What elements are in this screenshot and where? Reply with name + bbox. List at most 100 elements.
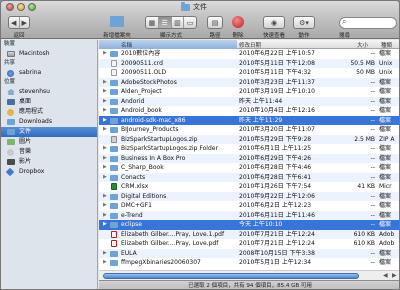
dropbox-icon [5, 167, 15, 177]
sidebar-item-sabrina[interactable]: sabrina [1, 68, 97, 78]
file-row[interactable]: 20090511.crd 2010年5月11日 下午12:08 50.5 MB Uni… [99, 58, 399, 68]
file-name: Andorid [121, 97, 145, 105]
disclosure-triangle-icon[interactable]: ▶ [103, 116, 107, 126]
disclosure-triangle-icon[interactable]: ▶ [103, 211, 107, 221]
file-kind: 檔案 [379, 97, 392, 105]
folder-icon [110, 212, 118, 219]
disclosure-triangle-icon[interactable]: ▶ [103, 258, 107, 268]
file-row[interactable]: ▶ e-Trend 2010年6月11日 上午11:46 -- 檔案 [99, 210, 399, 221]
file-date: 2008年10月15日 下午3:38 [239, 249, 315, 257]
disclosure-triangle-icon[interactable]: ▶ [103, 173, 107, 183]
path-button[interactable]: ▤ 路徑 [205, 13, 225, 39]
sidebar-item-documents[interactable]: 文件 [1, 127, 97, 137]
file-date: 2010年3月19日 上午10:10 [239, 88, 315, 95]
file-kind: 檔案 [379, 154, 392, 162]
sidebar-item-downloads[interactable]: Downloads [1, 117, 97, 127]
file-size: -- [370, 78, 375, 86]
sidebar-item-movies[interactable]: 影片 [1, 157, 97, 167]
column-kind-header[interactable]: 種類 [381, 41, 392, 49]
disclosure-triangle-icon[interactable]: ▶ [103, 78, 107, 88]
folder-icon [110, 165, 118, 171]
file-size: 610 KB [353, 230, 375, 238]
view-mode-control[interactable]: ▦ ☰ ▥ ▭ 顯示方式 [143, 13, 199, 39]
file-name: Business In A Box Pro [121, 154, 186, 162]
folder-icon [110, 222, 118, 228]
file-row[interactable]: ▶ Alden_Project 2010年3月19日 上午10:10 -- 檔案 [99, 87, 399, 97]
scroll-left-icon[interactable]: ◀ [383, 272, 388, 279]
disclosure-triangle-icon[interactable]: ▶ [103, 106, 107, 116]
file-row[interactable]: ▶ Android_book 2010年10月4日 上午12:16 -- 檔案 [99, 106, 399, 116]
file-row[interactable]: ▶ Business In A Box Pro 2010年6月29日 下午4:26 -… [99, 153, 399, 164]
file-kind: 檔案 [379, 107, 392, 114]
file-name: Digital Editions [121, 192, 167, 200]
back-arrow-icon[interactable]: ◀ [9, 17, 20, 28]
file-size: -- [370, 50, 375, 57]
file-row[interactable]: ▶ Andorid 昨天 上午11:44 -- 檔案 [99, 96, 399, 107]
file-row[interactable]: CRM.xlsx 2010年1月26日 下午7:54 41 KB Micr [99, 182, 399, 192]
file-row[interactable]: ▶ BIJourney_Products 2010年3月20日 上午11:07 -- 檔… [99, 125, 399, 135]
file-row[interactable]: Elizabeth Gilber....Pray, Love.1.pdf 2010… [99, 229, 399, 239]
file-row[interactable]: ▶ AdobeStockPhotos 2010年3月23日 上午11:37 -- 檔案 [99, 77, 399, 88]
quicklook-button[interactable]: ◉ 快速查看 [259, 13, 289, 39]
disclosure-triangle-icon[interactable]: ▶ [103, 97, 107, 107]
file-row[interactable]: ▶ eclipse 今天 上午10:10 -- 檔案 [99, 220, 399, 230]
disclosure-triangle-icon[interactable]: ▶ [103, 249, 107, 259]
scroll-right-icon[interactable]: ▶ [392, 272, 397, 279]
scrollbar-thumb[interactable] [103, 273, 359, 279]
file-kind: Unix [379, 69, 393, 76]
zoom-window-button[interactable] [28, 3, 36, 11]
sidebar-item-music[interactable]: 音樂 [1, 147, 97, 157]
sidebar-item-pictures[interactable]: 圖片 [1, 137, 97, 147]
file-row[interactable]: BizSparkStartupLogos.zip 2010年5月29日 下午9:2… [99, 134, 399, 144]
sidebar-item-home[interactable]: stevenhsu [1, 87, 97, 97]
list-view-icon[interactable]: ☰ [158, 17, 172, 28]
action-label: 動作 [298, 33, 310, 39]
column-date-header[interactable]: 修改日期 [239, 41, 261, 49]
column-name-header[interactable]: 名稱 [99, 40, 237, 49]
disclosure-triangle-icon[interactable]: ▶ [103, 125, 107, 135]
new-folder-button[interactable]: 新增檔案夾 [97, 13, 137, 39]
search-input[interactable] [339, 17, 397, 29]
file-name: Elizabeth Gilber....Pray, Love.1.pdf [121, 230, 225, 238]
disclosure-triangle-icon[interactable]: ▶ [103, 163, 107, 173]
column-size-header[interactable]: 大小 [357, 41, 368, 49]
close-window-button[interactable] [6, 3, 14, 11]
folder-icon [181, 1, 190, 11]
file-row[interactable]: Elizabeth Gilber....Pray, Love.pdf 2010年7… [99, 239, 399, 249]
sidebar-item-desktop[interactable]: 桌面 [1, 97, 97, 107]
disclosure-triangle-icon[interactable]: ▶ [103, 144, 107, 154]
disclosure-triangle-icon[interactable]: ▶ [103, 49, 107, 59]
disclosure-triangle-icon[interactable]: ▶ [103, 87, 107, 97]
file-size: -- [370, 154, 375, 162]
file-row[interactable]: ▶ EULA 2008年10月15日 下午3:38 -- 檔案 [99, 248, 399, 259]
file-row[interactable]: ▶ Conacts 2010年6月28日 下午6:41 -- 檔案 [99, 172, 399, 183]
sidebar-item-label: 文件 [19, 128, 32, 135]
disclosure-triangle-icon[interactable]: ▶ [103, 201, 107, 211]
horizontal-scrollbar[interactable]: ◀ ▶ [99, 270, 399, 280]
sidebar-item-dropbox[interactable]: Dropbox [1, 167, 97, 177]
file-row[interactable]: ▶ DMC+GF1 2010年6月2日 上午12:23 -- 檔案 [99, 201, 399, 211]
file-row[interactable]: ▶ C_Sharp_Book 2010年6月28日 下午4:46 -- 檔案 [99, 163, 399, 173]
disclosure-triangle-icon[interactable]: ▶ [103, 192, 107, 202]
file-row[interactable]: 20090511.OLD 2010年5月11日 下午4:32 50 MB Unix [99, 68, 399, 78]
file-row[interactable]: ▶ ffmpegXbinaries20060307 2010年5月1日 上午12:3… [99, 258, 399, 268]
back-forward-control[interactable]: ◀ ▶ 返回 [7, 13, 31, 39]
coverflow-view-icon[interactable]: ▭ [184, 17, 196, 28]
disclosure-triangle-icon[interactable]: ▶ [103, 154, 107, 164]
sidebar-item-applications[interactable]: 應用程式 [1, 107, 97, 117]
file-row[interactable]: ▶ android-sdk-mac_x86 昨天 上午11:29 -- 檔案 [99, 115, 399, 126]
file-name: BizSparkStartupLogos.zip Folder [121, 145, 218, 152]
sidebar-item-macintosh[interactable]: Macintosh [1, 49, 97, 59]
disclosure-triangle-icon[interactable]: ▶ [103, 220, 107, 230]
file-row[interactable]: ▶ BizSparkStartupLogos.zip Folder 2010年6月1… [99, 144, 399, 154]
file-kind: 檔案 [379, 221, 392, 228]
action-menu-button[interactable]: ⚙▾ 動作 [291, 13, 317, 39]
sidebar-head-shared: 共享 [4, 60, 16, 66]
column-view-icon[interactable]: ▥ [172, 17, 185, 28]
icon-view-icon[interactable]: ▦ [146, 17, 159, 28]
delete-button[interactable]: 刪除 [227, 13, 249, 39]
minimize-window-button[interactable] [17, 3, 25, 11]
file-row[interactable]: ▶ 2010數位內容 2010年6月22日 上午10:57 -- 檔案 [99, 49, 399, 59]
forward-arrow-icon[interactable]: ▶ [20, 17, 30, 28]
file-row[interactable]: ▶ Digital Editions 2010年9月22日 上午12:06 -- 檔案 [99, 191, 399, 202]
